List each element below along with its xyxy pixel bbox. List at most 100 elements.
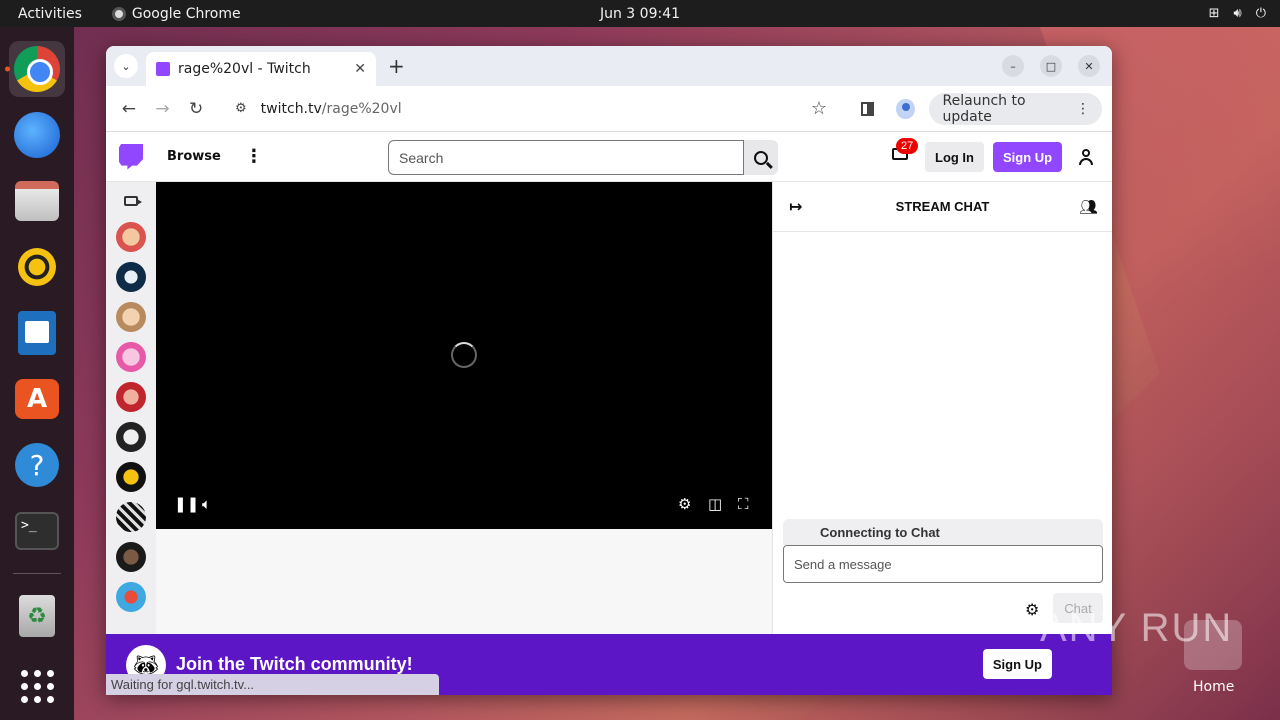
channel-avatar[interactable] — [116, 262, 146, 292]
tab-search-button[interactable]: ⌄ — [114, 54, 138, 78]
channel-avatar[interactable] — [116, 222, 146, 252]
theatre-mode-icon[interactable]: ◫ — [708, 495, 722, 513]
chrome-icon — [14, 46, 60, 92]
channel-avatar[interactable] — [116, 342, 146, 372]
loading-spinner-icon — [451, 342, 477, 368]
files-icon — [15, 181, 59, 221]
bookmark-star-icon[interactable]: ☆ — [811, 98, 827, 119]
chat-header: ↦ STREAM CHAT 👥︎ — [773, 182, 1112, 232]
fullscreen-icon[interactable]: ⛶ — [738, 495, 749, 513]
channel-info-area — [156, 529, 772, 634]
browse-link[interactable]: Browse — [167, 149, 221, 164]
volume-icon[interactable]: 🔈︎ — [202, 495, 211, 513]
channel-avatar[interactable] — [116, 302, 146, 332]
settings-gear-icon[interactable]: ⚙ — [678, 495, 691, 513]
channel-avatar[interactable] — [116, 422, 146, 452]
help-icon: ? — [15, 443, 59, 487]
collapse-chat-icon[interactable]: ↦ — [789, 197, 802, 216]
user-menu-icon[interactable] — [1079, 149, 1093, 165]
writer-icon — [18, 311, 56, 355]
dock-separator — [13, 573, 61, 574]
twitch-favicon-icon — [156, 62, 170, 76]
relaunch-button[interactable]: Relaunch to update ⋮ — [928, 92, 1102, 125]
chat-panel: ↦ STREAM CHAT 👥︎ Connecting to Chat Send… — [772, 182, 1112, 634]
chrome-app-icon — [111, 6, 126, 21]
browser-toolbar: ← → ↻ ⚙ twitch.tv/rage%20vl ☆ Relaunch t… — [106, 86, 1112, 132]
chrome-window: ⌄ rage%20vl - Twitch ✕ + – □ ✕ ← → ↻ ⚙ t… — [106, 46, 1112, 695]
dock: A ? >_ ♻ — [0, 27, 74, 720]
thunderbird-icon — [14, 112, 60, 158]
reload-button[interactable]: ↻ — [183, 95, 209, 123]
signup-button[interactable]: Sign Up — [993, 142, 1063, 172]
login-button[interactable]: Log In — [925, 142, 984, 172]
banner-text: Join the Twitch community! — [176, 654, 413, 674]
dock-help[interactable]: ? — [9, 437, 65, 493]
url-text: twitch.tv/rage%20vl — [260, 100, 402, 117]
tab-title: rage%20vl - Twitch — [178, 61, 311, 77]
followed-channels-icon[interactable] — [124, 196, 142, 206]
show-apps-icon[interactable] — [21, 670, 54, 703]
dock-terminal[interactable]: >_ — [9, 503, 65, 559]
more-menu-icon[interactable]: ⋮ — [1076, 101, 1090, 117]
community-icon[interactable]: 👥︎ — [1079, 198, 1098, 216]
banner-signup-button[interactable]: Sign Up — [982, 649, 1052, 679]
profile-avatar-icon[interactable] — [896, 98, 915, 119]
chat-settings-icon[interactable]: ⚙ — [1025, 600, 1039, 619]
search-input[interactable]: Search — [388, 140, 744, 175]
trash-icon: ♻ — [19, 595, 55, 637]
app-store-icon: A — [15, 379, 59, 419]
clock[interactable]: Jun 3 09:41 — [600, 6, 680, 22]
app-name: Google Chrome — [131, 5, 241, 22]
volume-icon: 🔊︎ — [1233, 6, 1242, 21]
tab-strip: ⌄ rage%20vl - Twitch ✕ + – □ ✕ — [106, 46, 1112, 86]
dock-thunderbird[interactable] — [9, 107, 65, 163]
relaunch-label: Relaunch to update — [942, 92, 1026, 125]
search-button[interactable] — [744, 140, 778, 175]
channel-avatar[interactable] — [116, 382, 146, 412]
twitch-logo-icon[interactable] — [119, 143, 143, 170]
side-panel-icon[interactable] — [861, 101, 875, 116]
home-folder-icon[interactable] — [1184, 620, 1242, 670]
channel-avatar[interactable] — [116, 542, 146, 572]
close-window-button[interactable]: ✕ — [1078, 55, 1100, 77]
activities-button[interactable]: Activities — [18, 6, 82, 22]
window-controls: – □ ✕ — [1002, 55, 1100, 77]
more-options-icon[interactable]: ⋮ — [245, 146, 263, 167]
chat-message-input[interactable]: Send a message — [783, 545, 1103, 583]
channel-avatar[interactable] — [116, 582, 146, 612]
chat-title: STREAM CHAT — [895, 199, 990, 214]
new-tab-button[interactable]: + — [388, 54, 405, 78]
dock-rhythmbox[interactable] — [9, 239, 65, 295]
home-folder-label: Home — [1193, 679, 1235, 695]
site-info-icon[interactable]: ⚙ — [235, 101, 247, 116]
tab-twitch[interactable]: rage%20vl - Twitch ✕ — [146, 52, 376, 86]
forward-button[interactable]: → — [150, 95, 176, 123]
dock-files[interactable] — [9, 173, 65, 229]
dock-writer[interactable] — [9, 305, 65, 361]
maximize-button[interactable]: □ — [1040, 55, 1062, 77]
search-icon — [754, 150, 768, 165]
channel-avatar[interactable] — [116, 462, 146, 492]
minimize-button[interactable]: – — [1002, 55, 1024, 77]
video-player[interactable]: ❚❚ 🔈︎ ⚙ ◫ ⛶ — [156, 182, 772, 529]
back-button[interactable]: ← — [116, 95, 142, 123]
power-icon: ⏻ — [1255, 6, 1266, 21]
running-indicator — [5, 66, 10, 72]
network-icon: ⊞ — [1208, 6, 1220, 21]
dock-trash[interactable]: ♻ — [9, 588, 65, 644]
dock-chrome[interactable] — [5, 41, 65, 97]
app-menu[interactable]: Google Chrome — [111, 5, 241, 22]
address-bar[interactable]: ⚙ twitch.tv/rage%20vl ☆ — [223, 91, 834, 126]
chat-connecting-status: Connecting to Chat — [783, 519, 1103, 545]
system-top-bar: Activities Google Chrome Jun 3 09:41 ⊞ 🔊… — [0, 0, 1280, 27]
pause-icon[interactable]: ❚❚ — [174, 495, 199, 513]
channel-avatar[interactable] — [116, 502, 146, 532]
terminal-icon: >_ — [15, 512, 59, 550]
twitch-body: ❚❚ 🔈︎ ⚙ ◫ ⛶ ↦ STREAM CHAT 👥︎ Connecting … — [106, 182, 1112, 634]
dock-app-store[interactable]: A — [9, 371, 65, 427]
side-nav — [106, 182, 156, 634]
inbox-badge: 27 — [896, 138, 919, 154]
tab-close-icon[interactable]: ✕ — [354, 61, 366, 77]
system-tray[interactable]: ⊞ 🔊︎ ⏻ — [1209, 6, 1266, 21]
twitch-header: Browse ⋮ Search 27 Log In Sign Up — [106, 132, 1112, 182]
